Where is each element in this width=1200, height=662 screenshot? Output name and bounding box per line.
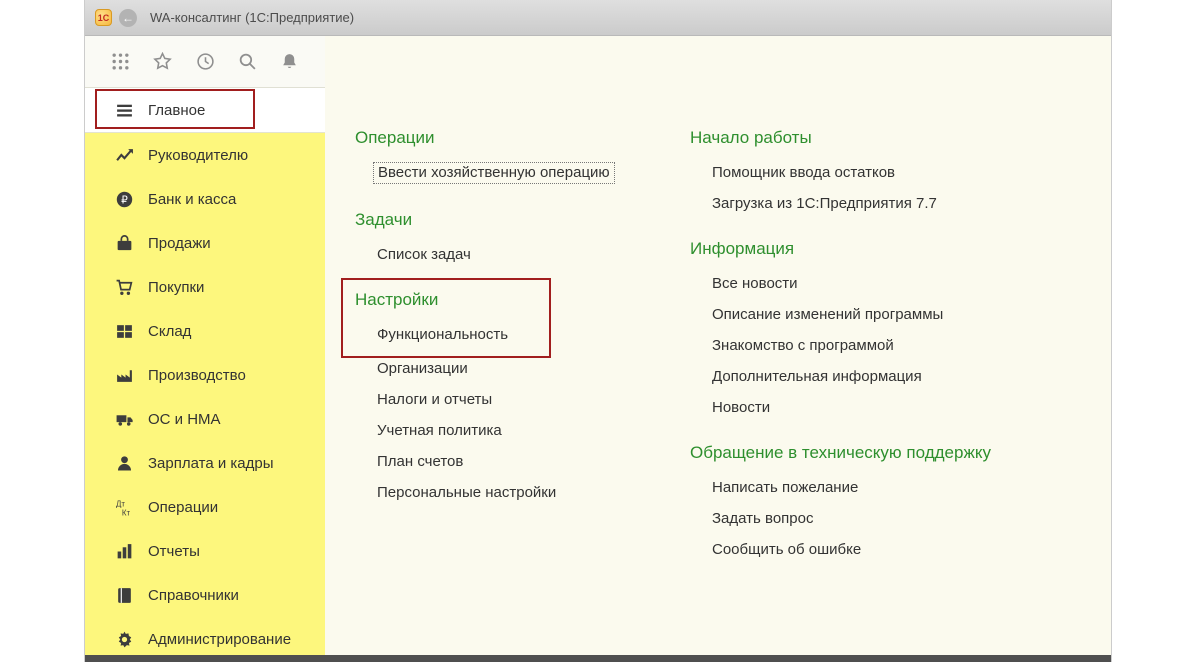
enter-business-operation-link[interactable]: Ввести хозяйственную операцию <box>373 162 615 184</box>
cart-icon <box>115 278 134 297</box>
section-tasks: Задачи Список задач <box>355 210 690 264</box>
sidebar-item-operations[interactable]: Дт Кт Операции <box>85 485 325 529</box>
section-information: Информация Все новости Описание изменени… <box>690 239 1091 417</box>
sidebar-item-sales[interactable]: Продажи <box>85 221 325 265</box>
sidebar-item-label: Отчеты <box>148 542 200 560</box>
back-button[interactable]: ← <box>119 8 137 27</box>
section-title-information: Информация <box>690 239 795 258</box>
write-wish-link[interactable]: Написать пожелание <box>712 479 858 497</box>
factory-icon <box>115 366 134 385</box>
highlight-box-settings: Настройки Функциональность <box>341 278 551 358</box>
sidebar-item-directories[interactable]: Справочники <box>85 573 325 617</box>
ask-question-link[interactable]: Задать вопрос <box>712 510 813 528</box>
program-intro-link[interactable]: Знакомство с программой <box>712 337 894 355</box>
sidebar-item-purchases[interactable]: Покупки <box>85 265 325 309</box>
svg-text:Кт: Кт <box>122 508 131 517</box>
start-page: Операции Ввести хозяйственную операцию З… <box>325 36 1111 662</box>
favorites-star-icon[interactable] <box>153 52 173 71</box>
hamburger-icon <box>115 101 134 120</box>
task-list-link[interactable]: Список задач <box>377 246 471 264</box>
section-title-operations: Операции <box>355 128 435 147</box>
sidebar-item-production[interactable]: Производство <box>85 353 325 397</box>
menu-grid-icon[interactable] <box>111 52 130 71</box>
sidebar-item-main[interactable]: Главное <box>85 88 325 133</box>
sidebar-item-label: Зарплата и кадры <box>148 454 274 472</box>
report-error-link[interactable]: Сообщить об ошибке <box>712 541 861 559</box>
additional-info-link[interactable]: Дополнительная информация <box>712 368 922 386</box>
history-icon[interactable] <box>196 52 215 71</box>
sidebar-item-label: Администрирование <box>148 630 292 648</box>
sidebar-item-label: Операции <box>148 498 219 516</box>
section-tech-support: Обращение в техническую поддержку Написа… <box>690 443 1091 559</box>
sidebar-item-fixed-assets[interactable]: ОС и НМА <box>85 397 325 441</box>
titlebar: 1С ← WA-консалтинг (1С:Предприятие) <box>85 0 1111 36</box>
gear-icon <box>115 630 134 649</box>
pallet-grid-icon <box>115 322 134 341</box>
sidebar-item-salary-hr[interactable]: Зарплата и кадры <box>85 441 325 485</box>
organizations-link[interactable]: Организации <box>377 360 468 378</box>
sidebar-item-reports[interactable]: Отчеты <box>85 529 325 573</box>
chart-of-accounts-link[interactable]: План счетов <box>377 453 463 471</box>
personal-settings-link[interactable]: Персональные настройки <box>377 484 556 502</box>
section-title-getting-started: Начало работы <box>690 128 812 147</box>
accounting-policy-link[interactable]: Учетная политика <box>377 422 502 440</box>
window-bottom-edge <box>85 655 1111 662</box>
section-settings: Настройки Функциональность Организации Н… <box>341 278 690 502</box>
column-left: Операции Ввести хозяйственную операцию З… <box>341 128 690 662</box>
functionality-link[interactable]: Функциональность <box>377 326 508 344</box>
section-title-tech-support: Обращение в техническую поддержку <box>690 443 991 462</box>
book-icon <box>115 586 134 605</box>
bar-chart-icon <box>115 542 134 561</box>
sidebar-item-label: Производство <box>148 366 246 384</box>
sidebar-item-label: Главное <box>148 101 206 119</box>
svg-text:₽: ₽ <box>121 194 128 206</box>
bag-icon <box>115 234 134 253</box>
section-title-tasks: Задачи <box>355 210 413 229</box>
taxes-reports-link[interactable]: Налоги и отчеты <box>377 391 492 409</box>
sidebar-toolbar <box>85 36 325 88</box>
load-from-1c77-link[interactable]: Загрузка из 1С:Предприятия 7.7 <box>712 195 937 213</box>
app-window: 1С ← WA-консалтинг (1С:Предприятие) Глав… <box>85 0 1111 662</box>
balance-input-assistant-link[interactable]: Помощник ввода остатков <box>712 164 895 182</box>
notifications-bell-icon[interactable] <box>280 52 299 71</box>
sections-panel: Главное Руководителю ₽ Банк и касса Прод… <box>85 36 325 662</box>
section-getting-started: Начало работы Помощник ввода остатков За… <box>690 128 1091 213</box>
news-link[interactable]: Новости <box>712 399 770 417</box>
sidebar-item-label: ОС и НМА <box>148 410 221 428</box>
person-icon <box>115 454 134 473</box>
1c-logo-icon: 1С <box>95 9 112 26</box>
sidebar-item-label: Справочники <box>148 586 239 604</box>
window-title: WA-консалтинг (1С:Предприятие) <box>150 10 355 25</box>
sidebar-item-label: Покупки <box>148 278 205 296</box>
sidebar-item-label: Продажи <box>148 234 211 252</box>
debit-credit-icon: Дт Кт <box>115 498 134 517</box>
svg-text:Дт: Дт <box>116 499 125 508</box>
sidebar-item-manager[interactable]: Руководителю <box>85 133 325 177</box>
ruble-icon: ₽ <box>115 190 134 209</box>
sidebar-item-label: Банк и касса <box>148 190 237 208</box>
column-right: Начало работы Помощник ввода остатков За… <box>690 128 1091 662</box>
section-title-settings: Настройки <box>355 290 439 309</box>
section-operations: Операции Ввести хозяйственную операцию <box>355 128 690 184</box>
all-news-link[interactable]: Все новости <box>712 275 798 293</box>
sidebar-item-bank-cash[interactable]: ₽ Банк и касса <box>85 177 325 221</box>
truck-icon <box>115 410 134 429</box>
program-changes-link[interactable]: Описание изменений программы <box>712 306 943 324</box>
sidebar-item-label: Склад <box>148 322 192 340</box>
sidebar-item-warehouse[interactable]: Склад <box>85 309 325 353</box>
search-icon[interactable] <box>238 52 257 71</box>
sidebar-item-label: Руководителю <box>148 146 249 164</box>
trend-chart-icon <box>115 146 134 165</box>
